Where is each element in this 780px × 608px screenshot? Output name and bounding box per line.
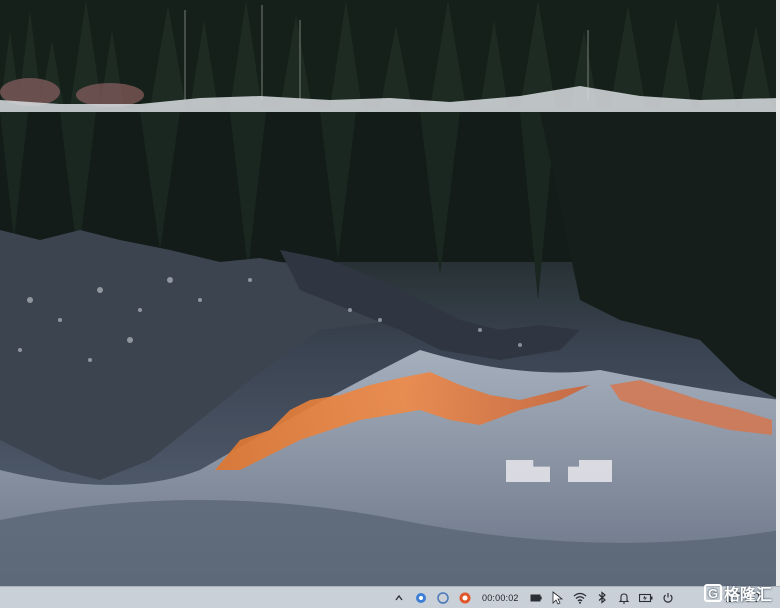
watermark-g-icon: G bbox=[704, 584, 722, 602]
chevron-up-icon[interactable] bbox=[392, 591, 406, 605]
system-tray: 00:00:02 bbox=[388, 587, 679, 608]
recording-icon[interactable] bbox=[458, 591, 472, 605]
desktop[interactable] bbox=[0, 0, 780, 586]
bell-icon[interactable] bbox=[617, 591, 631, 605]
watermark-text: 格隆汇 bbox=[724, 587, 773, 604]
app-icon-blue[interactable] bbox=[414, 591, 428, 605]
window-edge bbox=[776, 0, 780, 586]
taskbar: 00:00:02 17:30 bbox=[0, 586, 780, 608]
battery-icon[interactable] bbox=[638, 591, 653, 605]
battery-indicator-icon[interactable] bbox=[529, 591, 543, 605]
lake-wallpaper bbox=[0, 0, 780, 586]
wifi-icon[interactable] bbox=[573, 591, 587, 605]
watermark-logo: G 格隆汇 bbox=[704, 582, 772, 604]
recording-timer: 00:00:02 bbox=[482, 592, 519, 603]
power-icon[interactable] bbox=[661, 591, 675, 605]
bluetooth-icon[interactable] bbox=[595, 591, 609, 605]
cursor-icon bbox=[551, 590, 565, 605]
app-icon-circle[interactable] bbox=[436, 591, 450, 605]
